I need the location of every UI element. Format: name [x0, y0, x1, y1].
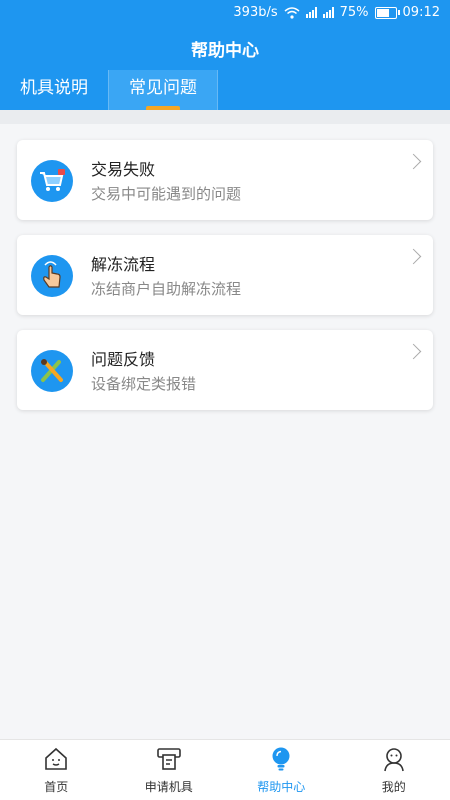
header-divider: [0, 110, 450, 124]
wifi-icon: [284, 6, 300, 19]
nav-home[interactable]: 首页: [0, 740, 113, 800]
nav-label: 首页: [44, 780, 69, 794]
item-title: 解冻流程: [91, 255, 156, 274]
faq-item-unfreeze-process[interactable]: 解冻流程 冻结商户自助解冻流程: [17, 235, 433, 315]
shopping-cart-icon: [31, 160, 73, 202]
item-subtitle: 设备绑定类报错: [91, 375, 197, 393]
bottom-navigation: 首页 申请机具 帮助中心 我的: [0, 739, 450, 800]
tools-icon: [31, 350, 73, 392]
nav-apply-device[interactable]: 申请机具: [113, 740, 226, 800]
tap-hand-icon: [31, 255, 73, 297]
tab-device-guide[interactable]: 机具说明: [0, 70, 108, 110]
faq-item-transaction-failure[interactable]: 交易失败 交易中可能遇到的问题: [17, 140, 433, 220]
clock: 09:12: [402, 5, 440, 20]
tab-faq[interactable]: 常见问题: [108, 70, 218, 110]
chevron-right-icon: [405, 153, 422, 170]
nav-help-center[interactable]: 帮助中心: [225, 740, 338, 800]
nav-label: 我的: [381, 780, 406, 794]
home-icon: [45, 747, 68, 770]
chevron-right-icon: [405, 248, 422, 265]
pos-terminal-icon: [156, 748, 181, 770]
item-title: 交易失败: [91, 160, 156, 179]
network-speed: 393b/s: [233, 5, 278, 20]
battery-percent: 75%: [339, 5, 369, 20]
faq-item-feedback[interactable]: 问题反馈 设备绑定类报错: [17, 330, 433, 410]
item-subtitle: 冻结商户自助解冻流程: [91, 280, 242, 298]
chevron-right-icon: [405, 343, 422, 360]
app-header: 393b/s 75% 09:12 帮助中心 机具说明 常见问题: [0, 0, 450, 110]
faq-list: 交易失败 交易中可能遇到的问题 解冻流程 冻结商户自助解冻流程 问题反馈 设备绑…: [17, 140, 433, 425]
signal-icon: [305, 7, 317, 18]
nav-label: 帮助中心: [257, 780, 306, 794]
battery-icon: [374, 6, 400, 19]
nav-mine[interactable]: 我的: [338, 740, 450, 800]
tab-bar: 机具说明 常见问题: [0, 70, 218, 110]
status-bar: 393b/s 75% 09:12: [0, 0, 450, 26]
lightbulb-icon: [272, 747, 290, 771]
user-icon: [383, 748, 404, 772]
page-title: 帮助中心: [191, 41, 259, 61]
signal-icon-2: [322, 7, 334, 18]
nav-label: 申请机具: [144, 780, 193, 794]
tab-label: 常见问题: [129, 78, 197, 98]
item-subtitle: 交易中可能遇到的问题: [91, 185, 242, 203]
item-title: 问题反馈: [91, 350, 156, 369]
tab-label: 机具说明: [20, 78, 88, 98]
